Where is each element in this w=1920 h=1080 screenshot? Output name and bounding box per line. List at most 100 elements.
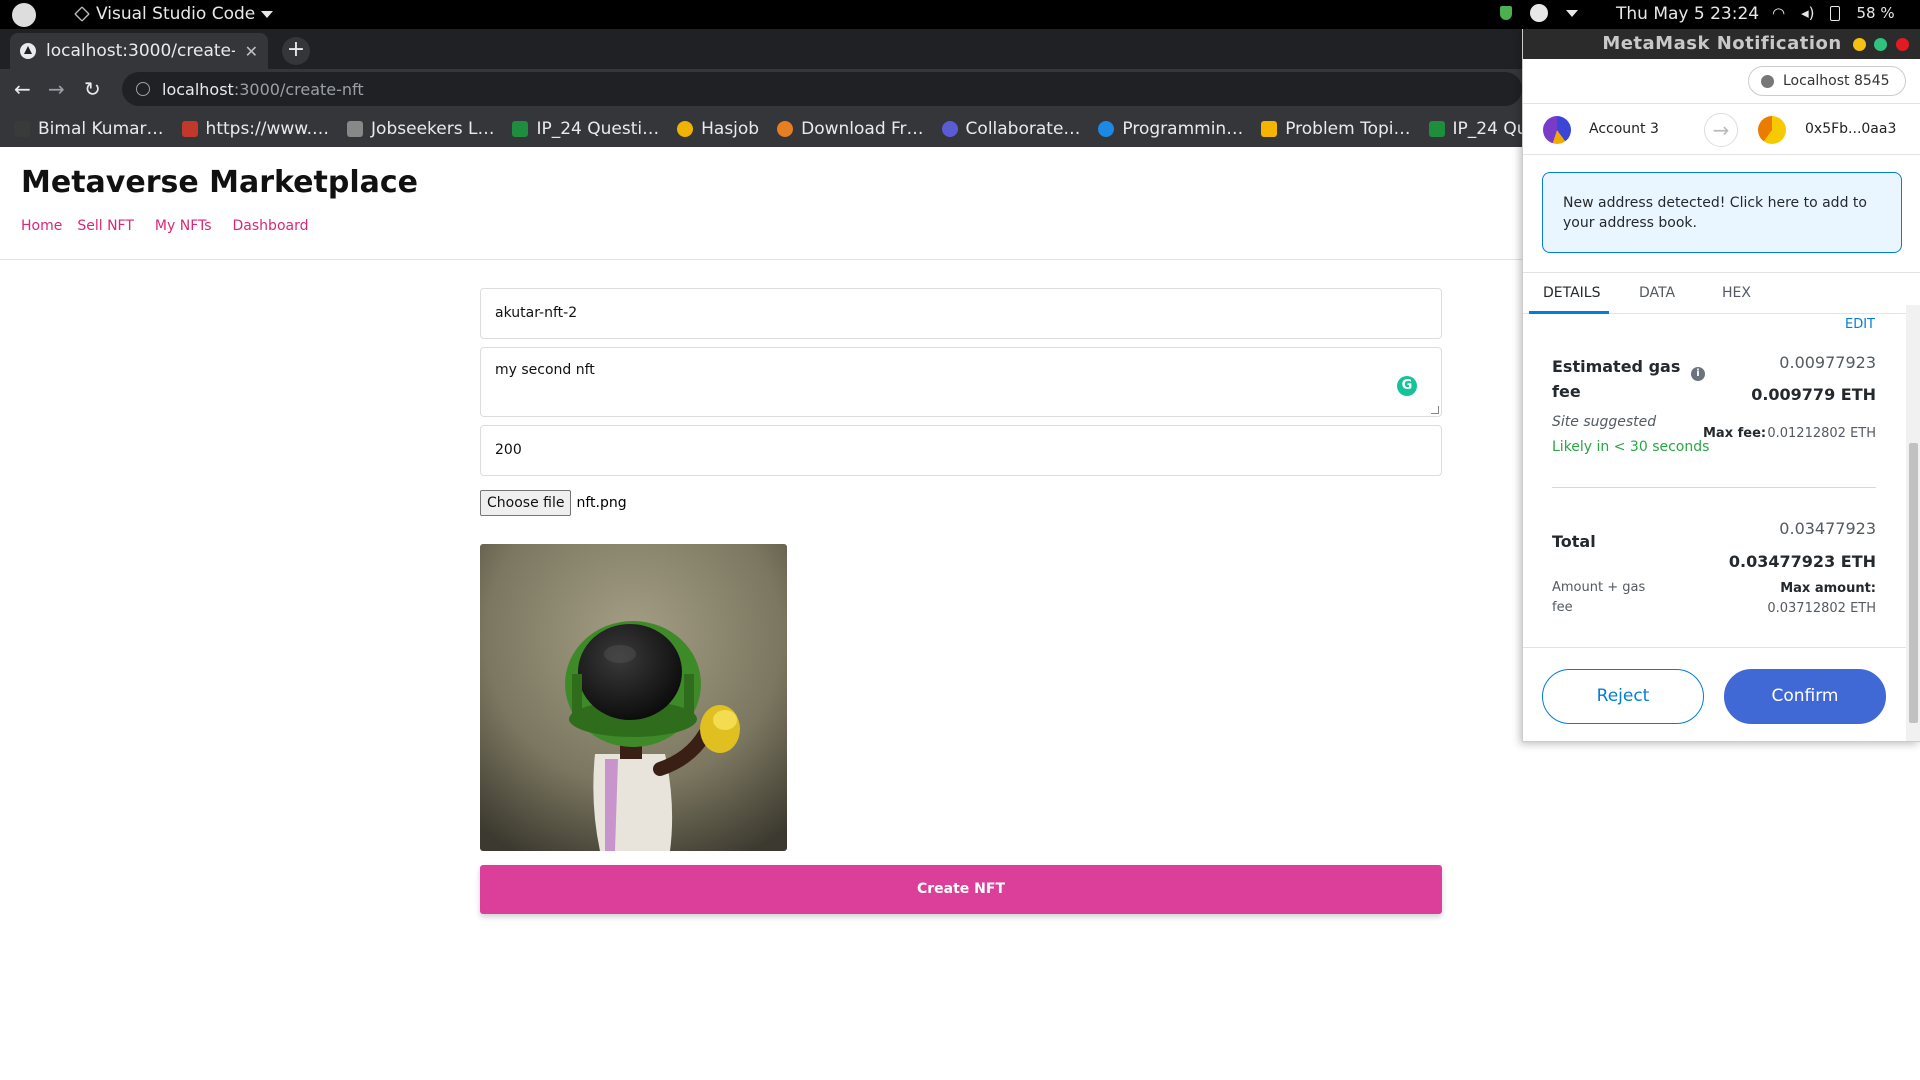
resize-handle-icon[interactable]	[1431, 406, 1439, 414]
total-small: 0.03477923	[1779, 519, 1876, 538]
reject-button[interactable]: Reject	[1542, 669, 1704, 724]
bookmark-item[interactable]: Download Fr…	[777, 118, 924, 139]
max-amount-value: 0.03712802 ETH	[1767, 601, 1876, 616]
tab-hex[interactable]: HEX	[1722, 285, 1751, 301]
scrollbar-thumb[interactable]	[1909, 443, 1918, 723]
nav-link-sell-nft[interactable]: Sell NFT	[77, 218, 134, 234]
arrow-right-icon: →	[1704, 113, 1738, 147]
wifi-icon[interactable]: ◠	[1772, 4, 1785, 22]
browser-tab[interactable]: localhost:3000/create-n ✕	[10, 33, 268, 69]
from-account-avatar	[1543, 116, 1571, 144]
active-app-name: Visual Studio Code	[96, 4, 256, 24]
asset-name-input[interactable]: akutar-nft-2	[480, 288, 1442, 339]
nav-link-dashboard[interactable]: Dashboard	[233, 218, 309, 234]
estimated-gas-label: Estimated gas fee	[1552, 357, 1681, 401]
account-row: Account 3 → 0x5Fb...0aa3	[1523, 103, 1920, 155]
bookmark-item[interactable]: Problem Topi…	[1261, 119, 1411, 139]
bookmark-favicon-icon	[347, 120, 364, 137]
bookmark-label: Programmin…	[1122, 118, 1244, 139]
scrollbar[interactable]	[1906, 305, 1920, 741]
close-tab-icon[interactable]: ✕	[245, 42, 258, 61]
create-nft-button[interactable]: Create NFT	[480, 865, 1442, 914]
chevron-down-icon[interactable]	[1566, 9, 1578, 17]
bookmark-item[interactable]: Collaborate…	[941, 119, 1080, 139]
amount-gas-label: Amount + gas fee	[1552, 580, 1646, 615]
nft-image-preview	[480, 544, 787, 851]
tab-favicon-icon	[20, 43, 36, 59]
bookmark-item[interactable]: https://www.…	[181, 119, 329, 139]
reload-icon[interactable]: ↻	[84, 77, 101, 101]
new-tab-button[interactable]: +	[282, 37, 310, 65]
bookmark-item[interactable]: Jobseekers L…	[347, 119, 494, 139]
choose-file-button[interactable]: Choose file	[480, 490, 572, 516]
bookmark-favicon-icon	[1428, 120, 1445, 137]
bookmark-favicon-icon	[941, 120, 958, 137]
maximize-icon[interactable]	[1874, 38, 1887, 51]
bookmark-favicon-icon	[512, 120, 529, 137]
vscode-icon	[74, 6, 90, 22]
selected-file-name: nft.png	[576, 495, 627, 511]
bookmark-item[interactable]: Hasjob	[677, 119, 759, 139]
bookmark-item[interactable]: IP_24 Questi…	[512, 119, 659, 139]
address-bar[interactable]: localhost:3000/create-nft	[122, 72, 1522, 106]
metamask-window-title: MetaMask Notification	[1602, 33, 1842, 54]
system-clock[interactable]: Thu May 5 23:24	[1616, 4, 1759, 24]
network-selector[interactable]: Localhost 8545	[1748, 66, 1906, 96]
nav-link-my-nfts[interactable]: My NFTs	[155, 218, 212, 234]
site-nav: Home Sell NFT My NFTs Dashboard	[21, 218, 324, 234]
total-label: Total	[1552, 532, 1596, 551]
bookmark-label: Download Fr…	[801, 118, 924, 139]
os-top-bar: Visual Studio Code Thu May 5 23:24 ◠ ◂) …	[0, 0, 1920, 29]
network-status-icon	[1761, 74, 1774, 88]
info-icon[interactable]: i	[1691, 367, 1705, 381]
asset-price-input[interactable]: 200	[480, 425, 1442, 476]
bookmark-favicon-icon	[1098, 120, 1115, 137]
shield-icon[interactable]	[1500, 6, 1512, 20]
forward-arrow-icon[interactable]: →	[48, 77, 65, 101]
os-logo-icon[interactable]	[12, 3, 36, 27]
bookmark-item[interactable]: Programmin…	[1098, 119, 1243, 139]
bookmark-label: Hasjob	[701, 118, 760, 139]
tray-right: ◠ ◂) 58 %	[1772, 4, 1895, 22]
url-path: :3000/create-nft	[233, 79, 364, 99]
to-account-address[interactable]: 0x5Fb...0aa3	[1805, 121, 1896, 137]
bookmark-favicon-icon	[1261, 120, 1278, 137]
metamask-notification-window: MetaMask Notification Localhost 8545 Acc…	[1522, 29, 1920, 742]
tray-left	[1500, 4, 1578, 22]
asset-description-textarea[interactable]: my second nft G	[480, 347, 1442, 417]
max-fee-value: 0.01212802 ETH	[1767, 426, 1876, 441]
description-text: my second nft	[495, 362, 595, 378]
likely-time-label: Likely in < 30 seconds	[1552, 439, 1710, 455]
confirm-button[interactable]: Confirm	[1724, 669, 1886, 724]
new-address-notice[interactable]: New address detected! Click here to add …	[1542, 172, 1902, 253]
volume-icon[interactable]: ◂)	[1801, 4, 1814, 22]
gas-fee-eth: 0.009779 ETH	[1751, 385, 1876, 404]
bookmark-label: Jobseekers L…	[371, 118, 495, 139]
back-arrow-icon[interactable]: ←	[14, 77, 31, 101]
accessibility-icon[interactable]	[1530, 4, 1548, 22]
bookmark-favicon-icon	[181, 120, 198, 137]
section-divider	[1552, 487, 1876, 488]
bookmark-favicon-icon	[777, 120, 794, 137]
tab-title: localhost:3000/create-n	[46, 41, 235, 61]
metamask-titlebar: MetaMask Notification	[1523, 29, 1920, 59]
bookmark-favicon-icon	[14, 120, 30, 137]
tab-details[interactable]: DETAILS	[1543, 285, 1600, 301]
site-suggested-label: Site suggested	[1552, 414, 1657, 430]
battery-icon[interactable]	[1830, 5, 1841, 21]
tab-data[interactable]: DATA	[1639, 285, 1675, 301]
close-window-icon[interactable]	[1896, 38, 1909, 51]
url-host: localhost	[162, 79, 234, 99]
grammarly-icon[interactable]: G	[1397, 376, 1417, 396]
from-account-name[interactable]: Account 3	[1589, 121, 1659, 137]
bookmark-item[interactable]: Bimal Kumar…	[14, 119, 164, 139]
minimize-icon[interactable]	[1853, 38, 1866, 51]
chevron-down-icon	[261, 10, 274, 18]
site-info-icon[interactable]	[136, 82, 150, 96]
active-tab-indicator	[1529, 311, 1609, 314]
edit-gas-link[interactable]: EDIT	[1845, 317, 1875, 332]
gas-fee-small: 0.00977923	[1779, 353, 1876, 372]
nav-link-home[interactable]: Home	[21, 218, 62, 234]
active-app-menu[interactable]: Visual Studio Code	[74, 4, 274, 24]
footer-divider	[1523, 647, 1920, 648]
